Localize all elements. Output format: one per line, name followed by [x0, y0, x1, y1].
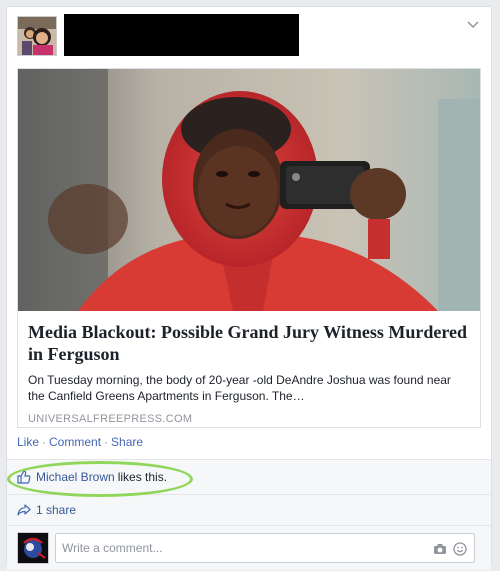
poster-avatar[interactable] [17, 16, 57, 56]
post-menu-button[interactable] [465, 17, 481, 33]
link-domain: UNIVERSALFREEPRESS.COM [28, 413, 193, 425]
chevron-down-icon [467, 21, 479, 29]
link-description: On Tuesday morning, the body of 20-year … [28, 373, 451, 403]
link-preview[interactable]: Media Blackout: Possible Grand Jury Witn… [17, 68, 481, 428]
thumbs-up-icon [17, 470, 31, 484]
post-actions: Like · Comment · Share [17, 435, 143, 449]
action-separator: · [104, 435, 109, 449]
share-arrow-icon [17, 504, 31, 516]
likes-suffix: likes this. [117, 470, 168, 484]
share-count[interactable]: 1 share [36, 503, 76, 517]
liker-name[interactable]: Michael Brown [36, 470, 115, 484]
likes-summary: Michael Brown likes this. [7, 460, 491, 494]
comment-input[interactable] [56, 540, 424, 556]
shares-summary[interactable]: 1 share [7, 494, 491, 525]
link-preview-image [18, 69, 480, 311]
comment-box [55, 533, 475, 563]
share-button[interactable]: Share [111, 435, 143, 449]
like-button[interactable]: Like [17, 435, 39, 449]
comment-button[interactable]: Comment [49, 435, 101, 449]
social-section: Michael Brown likes this. 1 share [7, 459, 491, 570]
post-card: Media Blackout: Possible Grand Jury Witn… [6, 6, 492, 570]
camera-icon[interactable] [432, 541, 448, 557]
smiley-icon[interactable] [452, 541, 468, 557]
viewer-avatar[interactable] [17, 532, 49, 564]
action-separator: · [42, 435, 47, 449]
link-title[interactable]: Media Blackout: Possible Grand Jury Witn… [28, 321, 470, 365]
comment-composer [7, 525, 491, 570]
redacted-poster-name [64, 14, 299, 56]
